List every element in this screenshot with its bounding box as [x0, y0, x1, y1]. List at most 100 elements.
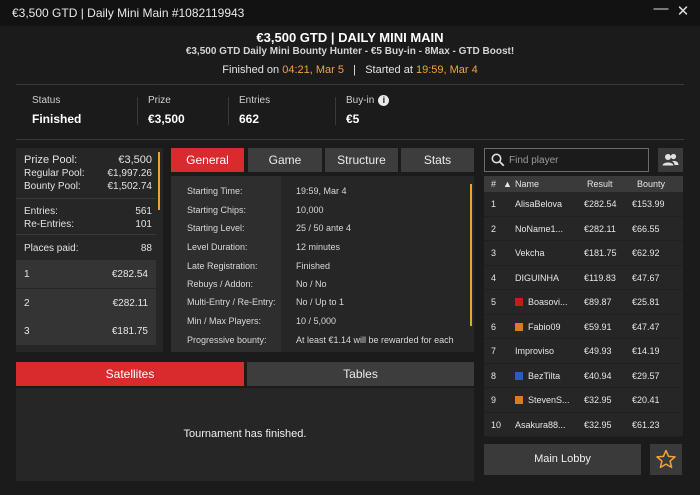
search-input[interactable] [509, 152, 644, 168]
player-result: €181.75 [584, 248, 617, 258]
player-rank: 5 [491, 297, 497, 307]
favorite-button[interactable] [650, 444, 682, 475]
player-row[interactable]: 10 Asakura88... €32.95 €61.23 [484, 413, 683, 437]
regular-pool-label: Regular Pool: [24, 168, 85, 179]
general-panel: Starting Time: 19:59, Mar 4 Starting Chip… [171, 176, 474, 352]
info-value: Finished [296, 261, 331, 271]
player-row[interactable]: 1 AlisaBelova €282.54 €153.99 [484, 192, 683, 217]
player-name: NoName1... [515, 223, 564, 234]
payout-amount: €181.75 [111, 325, 148, 337]
tournament-title: €3,500 GTD | DAILY MINI MAIN [256, 30, 444, 45]
name-header[interactable]: Name [515, 179, 539, 189]
payout-row: 1 €282.54 [16, 260, 156, 288]
divider [16, 234, 156, 235]
player-rank: 1 [491, 199, 497, 209]
players-button[interactable] [658, 148, 683, 172]
satellites-message: Tournament has finished. [183, 428, 307, 440]
rank-header[interactable]: # [491, 179, 496, 189]
divider [16, 84, 684, 85]
flag-icon [515, 298, 523, 306]
info-value: 19:59, Mar 4 [296, 186, 347, 196]
stat-value: 662 [239, 112, 260, 126]
player-name: DIGUINHA [515, 272, 560, 283]
close-button[interactable]: ✕ [674, 2, 692, 22]
result-header[interactable]: Result [587, 179, 613, 189]
player-rank: 6 [491, 321, 497, 332]
payout-amount: €282.11 [112, 297, 148, 309]
stat-entries: Entries 662 [239, 95, 270, 126]
info-row: Starting Level: 25 / 50 ante 4 [171, 219, 471, 237]
player-row[interactable]: 8 BezTilta €40.94 €29.57 [484, 364, 683, 388]
scrollbar[interactable] [158, 152, 160, 210]
search-icon [491, 153, 505, 167]
player-row[interactable]: 2 NoName1... €282.11 €66.55 [484, 217, 683, 241]
tab-game[interactable]: Game [248, 148, 322, 172]
player-row[interactable]: 6 Fabio09 €59.91 €47.47 [484, 315, 683, 339]
tab-stats[interactable]: Stats [401, 148, 474, 172]
users-icon [662, 153, 679, 166]
minimize-button[interactable]: — [652, 0, 670, 20]
tab-general[interactable]: General [171, 148, 244, 172]
player-bounty: €47.47 [632, 321, 660, 332]
player-name: Fabio09 [528, 321, 561, 332]
player-row[interactable]: 4 DIGUINHA €119.83 €47.67 [484, 266, 683, 290]
info-value: At least €1.14 will be rewarded for each [296, 335, 454, 345]
prize-pool-label: Prize Pool: [24, 154, 78, 166]
info-key: Multi-Entry / Re-Entry: [187, 297, 276, 307]
player-result: €119.83 [584, 272, 616, 283]
divider [228, 97, 229, 125]
tab-tables[interactable]: Tables [247, 362, 474, 386]
info-row: Min / Max Players: 10 / 5,000 [171, 312, 471, 330]
payout-amount: €282.54 [111, 268, 148, 280]
player-name: AlisaBelova [515, 199, 563, 209]
info-value: 10,000 [296, 205, 324, 215]
payout-place: 3 [24, 325, 30, 337]
player-bounty: €29.57 [632, 370, 660, 381]
tab-structure[interactable]: Structure [325, 148, 398, 172]
stat-status: Status Finished [32, 95, 81, 126]
stat-label: Status [32, 95, 61, 106]
stat-label: Entries [239, 95, 271, 106]
player-result: €89.87 [584, 297, 612, 307]
tab-satellites[interactable]: Satellites [16, 362, 244, 386]
info-key: Starting Time: [187, 186, 243, 196]
main-lobby-button[interactable]: Main Lobby [484, 444, 641, 475]
player-row[interactable]: 9 StevenS... €32.95 €20.41 [484, 388, 683, 413]
player-result: €49.93 [584, 346, 612, 356]
player-result: €32.95 [584, 419, 612, 430]
info-row: Starting Time: 19:59, Mar 4 [171, 182, 471, 200]
players-list: 1 AlisaBelova €282.54 €153.99 2 NoName1... €28… [484, 192, 683, 437]
scrollbar[interactable] [470, 184, 472, 326]
entries-label: Entries: [24, 206, 58, 217]
player-name: StevenS... [528, 395, 570, 405]
player-rank: 3 [491, 248, 497, 258]
info-row: Progressive bounty: At least €1.14 will b… [171, 331, 471, 349]
flag-icon [515, 322, 523, 331]
prize-pool-value: €3,500 [118, 154, 152, 166]
player-bounty: €61.23 [632, 419, 660, 430]
reentries-label: Re-Entries: [24, 219, 75, 230]
info-key: Starting Level: [187, 223, 245, 233]
bounty-header[interactable]: Bounty [637, 179, 665, 189]
payout-place: 2 [24, 297, 30, 309]
sort-icon[interactable]: ▲ [503, 179, 512, 189]
info-value: No / Up to 1 [296, 297, 345, 307]
players-table-header: # ▲ Name Result Bounty [484, 176, 683, 192]
payout-place: 1 [24, 268, 30, 280]
divider [16, 198, 156, 199]
info-row: Level Duration: 12 minutes [171, 238, 471, 256]
tournament-subtitle: €3,500 GTD Daily Mini Bounty Hunter - €5… [185, 46, 515, 57]
finished-time: 04:21, Mar 5 [282, 64, 344, 76]
player-bounty: €47.67 [632, 272, 660, 283]
tournament-header: €3,500 GTD | DAILY MINI MAIN €3,500 GTD … [0, 26, 700, 84]
divider [16, 139, 684, 140]
info-row: Late Registration: Finished [171, 257, 471, 275]
prize-panel: Prize Pool: €3,500 Regular Pool: €1,997.26… [16, 148, 163, 352]
player-row[interactable]: 3 Vekcha €181.75 €62.92 [484, 241, 683, 266]
player-search[interactable] [484, 148, 649, 172]
player-row[interactable]: 5 Boasovi... €89.87 €25.81 [484, 290, 683, 315]
info-icon[interactable]: i [378, 95, 390, 106]
player-row[interactable]: 7 Improviso €49.93 €14.19 [484, 339, 683, 364]
title-bar: €3,500 GTD | Daily Mini Main #1082119943… [0, 0, 700, 26]
player-result: €282.54 [584, 199, 617, 209]
